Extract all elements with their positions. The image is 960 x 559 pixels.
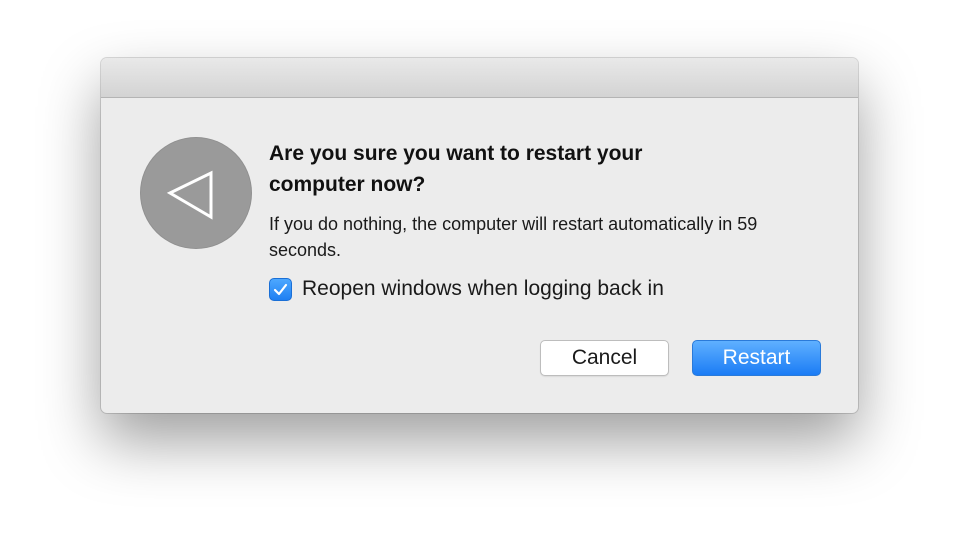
screen: Are you sure you want to restart your co… [0, 0, 960, 559]
restart-button[interactable]: Restart [692, 340, 821, 376]
dialog-titlebar[interactable] [101, 58, 858, 98]
reopen-windows-label: Reopen windows when logging back in [302, 277, 664, 300]
restart-triangle-icon [140, 137, 252, 249]
checkmark-icon [273, 283, 288, 295]
cancel-button[interactable]: Cancel [540, 340, 669, 376]
reopen-windows-option[interactable]: Reopen windows when logging back in [269, 277, 664, 301]
dialog-title: Are you sure you want to restart your co… [269, 142, 643, 196]
reopen-windows-checkbox[interactable] [269, 277, 292, 301]
restart-dialog: Are you sure you want to restart your co… [101, 58, 858, 413]
dialog-message: If you do nothing, the computer will res… [269, 214, 758, 260]
